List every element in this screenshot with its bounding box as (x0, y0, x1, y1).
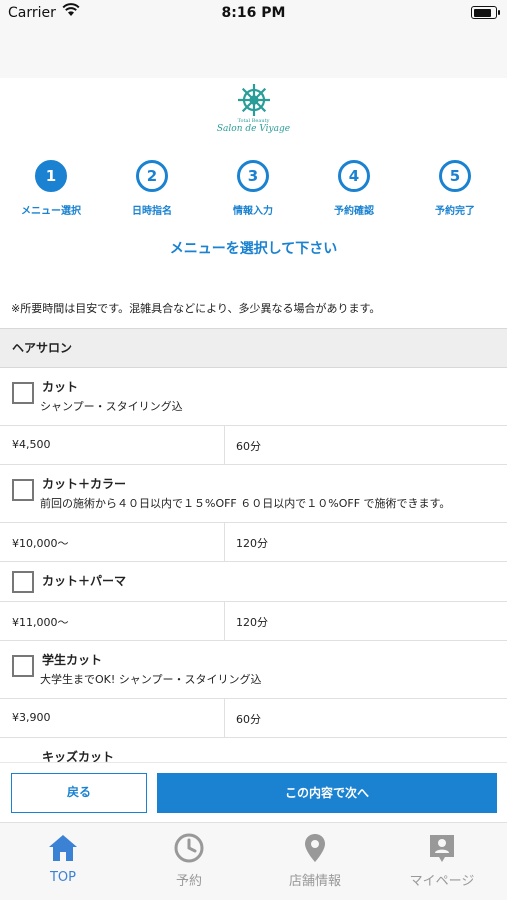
menu-checkbox[interactable] (12, 479, 34, 501)
step-label: 予約完了 (435, 206, 475, 217)
menu-item-name: カット (42, 380, 79, 394)
back-button[interactable]: 戻る (11, 773, 147, 813)
menu-item[interactable]: カット シャンプー・スタイリング込 ¥4,500 60分 (0, 368, 507, 465)
section-header: ヘアサロン (0, 328, 507, 368)
menu-list[interactable]: カット シャンプー・スタイリング込 ¥4,500 60分 カット＋カラー 前回の… (0, 368, 507, 768)
step-number: 5 (439, 160, 471, 192)
menu-item-description: シャンプー・スタイリング込 (40, 400, 183, 413)
ship-wheel-icon (237, 84, 270, 116)
menu-item[interactable]: カット＋パーマ ¥11,000〜 120分 (0, 562, 507, 641)
status-bar: Carrier 8:16 PM (0, 0, 507, 28)
tab-label: TOP (49, 870, 76, 885)
next-button[interactable]: この内容で次へ (157, 773, 497, 813)
step-number: 2 (136, 160, 168, 192)
action-bar: 戻る この内容で次へ (0, 762, 507, 822)
tab-top[interactable]: TOP (0, 823, 126, 900)
tab-label: 店舗情報 (288, 874, 341, 889)
tab-bar: TOP 予約 店舗情報 マイページ (0, 822, 507, 900)
menu-item-price: ¥4,500 (12, 438, 51, 451)
profile-badge-icon (430, 835, 454, 862)
step-number: 4 (338, 160, 370, 192)
battery-icon (471, 6, 500, 19)
step-3: 3 情報入力 (213, 160, 293, 217)
menu-item-description: 前回の施術から４０日以内で１５%OFF ６０日以内で１０%OFF で施術できます… (40, 497, 451, 510)
menu-checkbox[interactable] (12, 655, 34, 677)
step-label: 日時指名 (132, 206, 172, 217)
step-number: 1 (35, 160, 67, 192)
menu-item-price: ¥3,900 (12, 711, 51, 724)
logo-name: Salon de Viyage (216, 124, 291, 134)
column-divider (224, 523, 225, 561)
column-divider (224, 699, 225, 737)
home-icon (49, 835, 77, 861)
tab-label: 予約 (175, 874, 202, 889)
clock-icon (174, 833, 204, 863)
menu-checkbox[interactable] (12, 382, 34, 404)
menu-item-price: ¥10,000〜 (12, 537, 69, 550)
menu-item-duration: 60分 (236, 440, 261, 453)
menu-item-duration: 60分 (236, 713, 261, 726)
step-2: 2 日時指名 (112, 160, 192, 217)
tab-label: マイページ (409, 874, 475, 889)
step-label: 情報入力 (233, 206, 273, 217)
step-1: 1 メニュー選択 (11, 160, 91, 217)
tab-my-page[interactable]: マイページ (379, 823, 505, 900)
menu-item[interactable]: 学生カット 大学生までOK! シャンプー・スタイリング込 ¥3,900 60分 (0, 641, 507, 738)
step-number: 3 (237, 160, 269, 192)
step-label: 予約確認 (334, 206, 374, 217)
salon-logo: Total Beauty Salon de Viyage (0, 82, 507, 140)
column-divider (224, 426, 225, 464)
instruction-heading: メニューを選択して下さい (169, 241, 338, 257)
column-divider (224, 602, 225, 640)
menu-item-price: ¥11,000〜 (12, 616, 69, 629)
menu-item-name: カット＋パーマ (42, 574, 127, 588)
step-4: 4 予約確認 (314, 160, 394, 217)
step-label: メニュー選択 (21, 206, 81, 217)
menu-item-name: カット＋カラー (42, 477, 127, 491)
menu-item-duration: 120分 (236, 537, 268, 550)
progress-steps: 1 メニュー選択 2 日時指名 3 情報入力 4 予約確認 5 予約完了 (0, 160, 507, 220)
step-5: 5 予約完了 (415, 160, 495, 217)
menu-checkbox[interactable] (12, 571, 34, 593)
clock-time: 8:16 PM (221, 5, 286, 21)
duration-note: ※所要時間は目安です。混雑具合などにより、多少異なる場合があります。 (11, 302, 381, 315)
menu-item[interactable]: カット＋カラー 前回の施術から４０日以内で１５%OFF ６０日以内で１０%OFF… (0, 465, 507, 562)
menu-item-duration: 120分 (236, 616, 268, 629)
tab-store-info[interactable]: 店舗情報 (252, 823, 378, 900)
tab-reservation[interactable]: 予約 (126, 823, 252, 900)
map-pin-icon (305, 834, 325, 862)
menu-item-description: 大学生までOK! シャンプー・スタイリング込 (40, 673, 262, 686)
menu-item-name: 学生カット (42, 653, 103, 667)
navigation-bar (0, 28, 507, 78)
